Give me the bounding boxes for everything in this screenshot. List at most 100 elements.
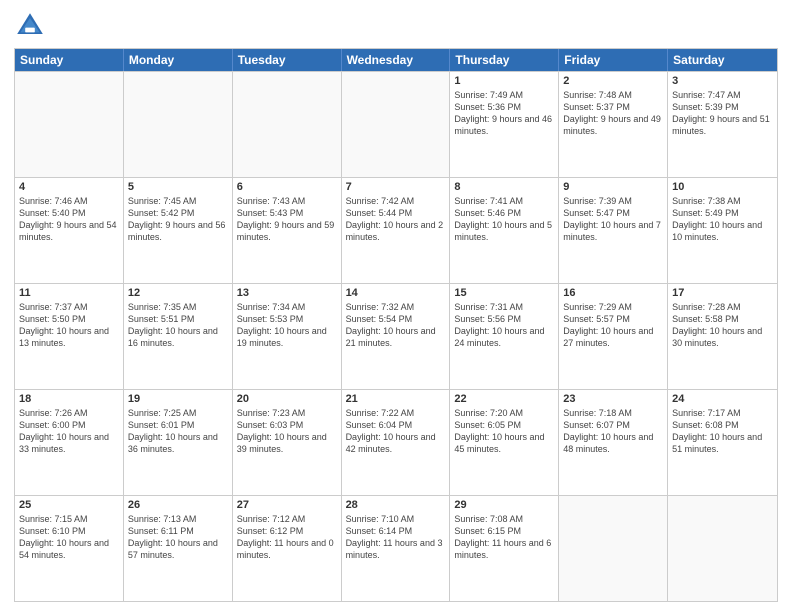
cell-info: Sunrise: 7:23 AM Sunset: 6:03 PM Dayligh… bbox=[237, 407, 337, 456]
day-number: 26 bbox=[128, 499, 228, 511]
empty-cell-0-3 bbox=[342, 72, 451, 177]
day-number: 10 bbox=[672, 181, 773, 193]
cell-info: Sunrise: 7:22 AM Sunset: 6:04 PM Dayligh… bbox=[346, 407, 446, 456]
day-number: 24 bbox=[672, 393, 773, 405]
day-number: 23 bbox=[563, 393, 663, 405]
day-number: 5 bbox=[128, 181, 228, 193]
day-cell-11: 11 Sunrise: 7:37 AM Sunset: 5:50 PM Dayli… bbox=[15, 284, 124, 389]
header-day-tuesday: Tuesday bbox=[233, 49, 342, 71]
day-number: 1 bbox=[454, 75, 554, 87]
logo-icon bbox=[14, 10, 46, 42]
day-cell-18: 18 Sunrise: 7:26 AM Sunset: 6:00 PM Dayli… bbox=[15, 390, 124, 495]
header-day-friday: Friday bbox=[559, 49, 668, 71]
day-cell-24: 24 Sunrise: 7:17 AM Sunset: 6:08 PM Dayli… bbox=[668, 390, 777, 495]
day-number: 15 bbox=[454, 287, 554, 299]
day-number: 3 bbox=[672, 75, 773, 87]
cell-info: Sunrise: 7:17 AM Sunset: 6:08 PM Dayligh… bbox=[672, 407, 773, 456]
day-cell-12: 12 Sunrise: 7:35 AM Sunset: 5:51 PM Dayli… bbox=[124, 284, 233, 389]
day-cell-5: 5 Sunrise: 7:45 AM Sunset: 5:42 PM Daylig… bbox=[124, 178, 233, 283]
cell-info: Sunrise: 7:20 AM Sunset: 6:05 PM Dayligh… bbox=[454, 407, 554, 456]
day-cell-4: 4 Sunrise: 7:46 AM Sunset: 5:40 PM Daylig… bbox=[15, 178, 124, 283]
header-day-sunday: Sunday bbox=[15, 49, 124, 71]
day-cell-22: 22 Sunrise: 7:20 AM Sunset: 6:05 PM Dayli… bbox=[450, 390, 559, 495]
day-number: 13 bbox=[237, 287, 337, 299]
header bbox=[14, 10, 778, 42]
day-number: 4 bbox=[19, 181, 119, 193]
day-cell-10: 10 Sunrise: 7:38 AM Sunset: 5:49 PM Dayli… bbox=[668, 178, 777, 283]
calendar-row-4: 25Sunrise: 7:15 AM Sunset: 6:10 PM Dayli… bbox=[15, 495, 777, 601]
day-cell-15: 15 Sunrise: 7:31 AM Sunset: 5:56 PM Dayli… bbox=[450, 284, 559, 389]
day-cell-28: 28 Sunrise: 7:10 AM Sunset: 6:14 PM Dayli… bbox=[342, 496, 451, 601]
header-day-monday: Monday bbox=[124, 49, 233, 71]
cell-info: Sunrise: 7:28 AM Sunset: 5:58 PM Dayligh… bbox=[672, 301, 773, 350]
day-number: 14 bbox=[346, 287, 446, 299]
day-number: 21 bbox=[346, 393, 446, 405]
day-number: 25 bbox=[19, 499, 119, 511]
day-number: 11 bbox=[19, 287, 119, 299]
cell-info: Sunrise: 7:25 AM Sunset: 6:01 PM Dayligh… bbox=[128, 407, 228, 456]
calendar-row-3: 18 Sunrise: 7:26 AM Sunset: 6:00 PM Dayli… bbox=[15, 389, 777, 495]
cell-info: Sunrise: 7:37 AM Sunset: 5:50 PM Dayligh… bbox=[19, 301, 119, 350]
cell-info: Sunrise: 7:46 AM Sunset: 5:40 PM Dayligh… bbox=[19, 195, 119, 244]
day-cell-29: 29Sunrise: 7:08 AM Sunset: 6:15 PM Dayli… bbox=[450, 496, 559, 601]
day-number: 28 bbox=[346, 499, 446, 511]
logo bbox=[14, 10, 50, 42]
cell-info: Sunrise: 7:31 AM Sunset: 5:56 PM Dayligh… bbox=[454, 301, 554, 350]
day-number: 2 bbox=[563, 75, 663, 87]
header-day-saturday: Saturday bbox=[668, 49, 777, 71]
empty-cell-4-5 bbox=[559, 496, 668, 601]
header-day-thursday: Thursday bbox=[450, 49, 559, 71]
day-number: 9 bbox=[563, 181, 663, 193]
day-cell-19: 19 Sunrise: 7:25 AM Sunset: 6:01 PM Dayli… bbox=[124, 390, 233, 495]
day-number: 7 bbox=[346, 181, 446, 193]
day-number: 18 bbox=[19, 393, 119, 405]
cell-info: Sunrise: 7:34 AM Sunset: 5:53 PM Dayligh… bbox=[237, 301, 337, 350]
day-cell-7: 7 Sunrise: 7:42 AM Sunset: 5:44 PM Daylig… bbox=[342, 178, 451, 283]
day-number: 17 bbox=[672, 287, 773, 299]
day-number: 19 bbox=[128, 393, 228, 405]
day-number: 8 bbox=[454, 181, 554, 193]
cell-info: Sunrise: 7:29 AM Sunset: 5:57 PM Dayligh… bbox=[563, 301, 663, 350]
cell-info: Sunrise: 7:18 AM Sunset: 6:07 PM Dayligh… bbox=[563, 407, 663, 456]
day-cell-21: 21 Sunrise: 7:22 AM Sunset: 6:04 PM Dayli… bbox=[342, 390, 451, 495]
cell-info: Sunrise: 7:12 AM Sunset: 6:12 PM Dayligh… bbox=[237, 513, 337, 562]
empty-cell-4-6 bbox=[668, 496, 777, 601]
day-cell-13: 13 Sunrise: 7:34 AM Sunset: 5:53 PM Dayli… bbox=[233, 284, 342, 389]
calendar-header: SundayMondayTuesdayWednesdayThursdayFrid… bbox=[15, 49, 777, 71]
day-number: 27 bbox=[237, 499, 337, 511]
day-cell-25: 25Sunrise: 7:15 AM Sunset: 6:10 PM Dayli… bbox=[15, 496, 124, 601]
header-day-wednesday: Wednesday bbox=[342, 49, 451, 71]
day-number: 6 bbox=[237, 181, 337, 193]
day-cell-20: 20Sunrise: 7:23 AM Sunset: 6:03 PM Dayli… bbox=[233, 390, 342, 495]
empty-cell-0-1 bbox=[124, 72, 233, 177]
cell-info: Sunrise: 7:43 AM Sunset: 5:43 PM Dayligh… bbox=[237, 195, 337, 244]
day-number: 22 bbox=[454, 393, 554, 405]
day-cell-14: 14Sunrise: 7:32 AM Sunset: 5:54 PM Dayli… bbox=[342, 284, 451, 389]
calendar-row-0: 1 Sunrise: 7:49 AM Sunset: 5:36 PM Daylig… bbox=[15, 71, 777, 177]
cell-info: Sunrise: 7:49 AM Sunset: 5:36 PM Dayligh… bbox=[454, 89, 554, 138]
cell-info: Sunrise: 7:38 AM Sunset: 5:49 PM Dayligh… bbox=[672, 195, 773, 244]
day-cell-6: 6 Sunrise: 7:43 AM Sunset: 5:43 PM Daylig… bbox=[233, 178, 342, 283]
day-cell-2: 2 Sunrise: 7:48 AM Sunset: 5:37 PM Daylig… bbox=[559, 72, 668, 177]
page: SundayMondayTuesdayWednesdayThursdayFrid… bbox=[0, 0, 792, 612]
day-number: 12 bbox=[128, 287, 228, 299]
day-cell-8: 8 Sunrise: 7:41 AM Sunset: 5:46 PM Daylig… bbox=[450, 178, 559, 283]
cell-info: Sunrise: 7:35 AM Sunset: 5:51 PM Dayligh… bbox=[128, 301, 228, 350]
day-cell-27: 27 Sunrise: 7:12 AM Sunset: 6:12 PM Dayli… bbox=[233, 496, 342, 601]
day-cell-1: 1 Sunrise: 7:49 AM Sunset: 5:36 PM Daylig… bbox=[450, 72, 559, 177]
cell-info: Sunrise: 7:39 AM Sunset: 5:47 PM Dayligh… bbox=[563, 195, 663, 244]
day-number: 29 bbox=[454, 499, 554, 511]
cell-info: Sunrise: 7:42 AM Sunset: 5:44 PM Dayligh… bbox=[346, 195, 446, 244]
empty-cell-0-0 bbox=[15, 72, 124, 177]
cell-info: Sunrise: 7:48 AM Sunset: 5:37 PM Dayligh… bbox=[563, 89, 663, 138]
cell-info: Sunrise: 7:10 AM Sunset: 6:14 PM Dayligh… bbox=[346, 513, 446, 562]
cell-info: Sunrise: 7:13 AM Sunset: 6:11 PM Dayligh… bbox=[128, 513, 228, 562]
day-number: 16 bbox=[563, 287, 663, 299]
day-cell-17: 17 Sunrise: 7:28 AM Sunset: 5:58 PM Dayli… bbox=[668, 284, 777, 389]
calendar-row-1: 4 Sunrise: 7:46 AM Sunset: 5:40 PM Daylig… bbox=[15, 177, 777, 283]
cell-info: Sunrise: 7:41 AM Sunset: 5:46 PM Dayligh… bbox=[454, 195, 554, 244]
day-cell-9: 9 Sunrise: 7:39 AM Sunset: 5:47 PM Daylig… bbox=[559, 178, 668, 283]
cell-info: Sunrise: 7:26 AM Sunset: 6:00 PM Dayligh… bbox=[19, 407, 119, 456]
cell-info: Sunrise: 7:45 AM Sunset: 5:42 PM Dayligh… bbox=[128, 195, 228, 244]
day-cell-26: 26 Sunrise: 7:13 AM Sunset: 6:11 PM Dayli… bbox=[124, 496, 233, 601]
